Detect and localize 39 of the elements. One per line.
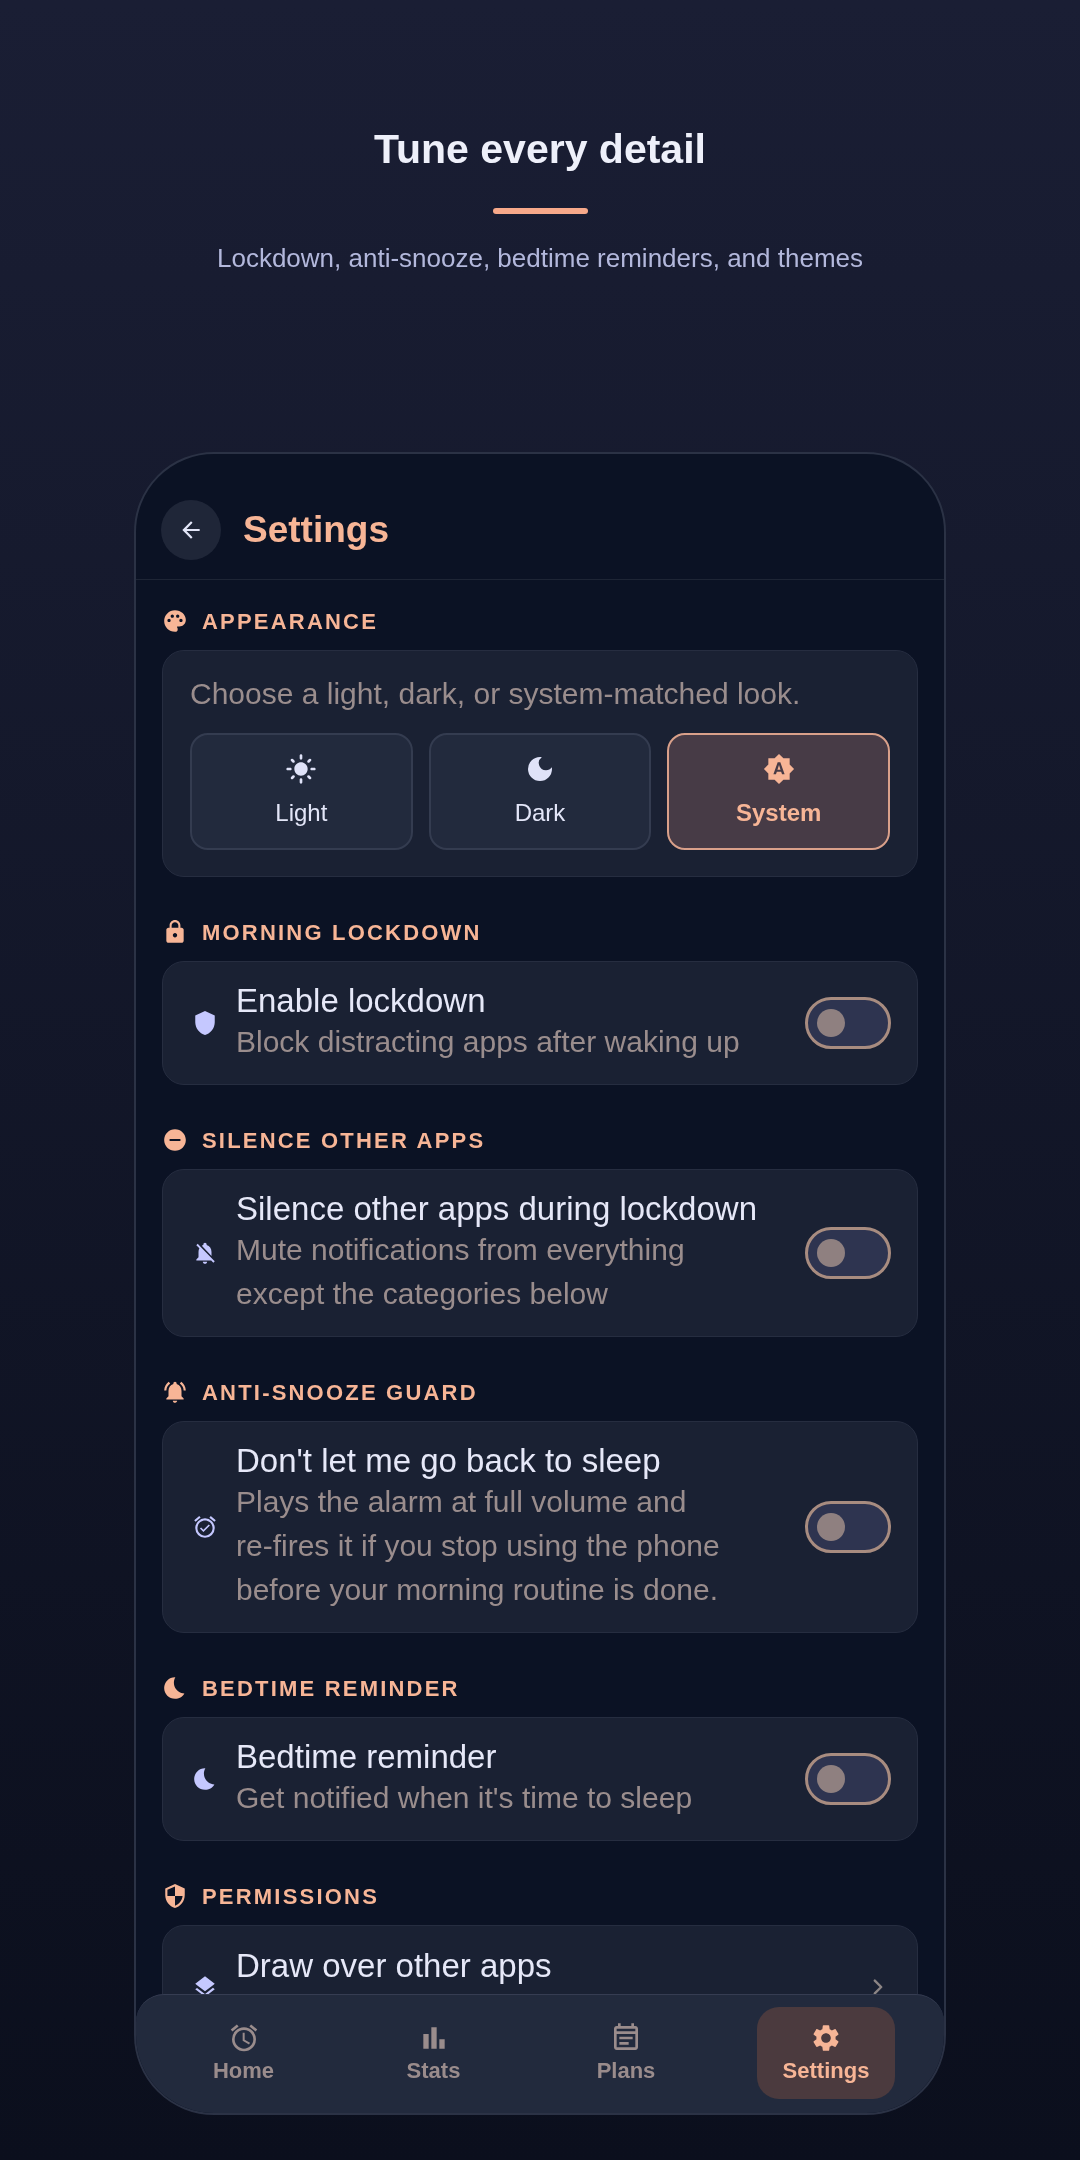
nav-tab[interactable]: Home [174, 2007, 313, 2099]
toggle-switch[interactable] [805, 997, 891, 1049]
setting-description: Block distracting apps after waking up [236, 1024, 741, 1060]
section-heading: APPEARANCE [202, 607, 379, 636]
section-heading: MORNING LOCKDOWN [202, 918, 482, 947]
toggle-switch[interactable] [805, 1501, 891, 1553]
appearance-description: Choose a light, dark, or system-matched look. [190, 676, 802, 712]
section-heading: SILENCE OTHER APPS [202, 1126, 486, 1155]
alarm-check-icon [192, 1514, 218, 1540]
setting-title: Enable lockdown [236, 982, 487, 1020]
sun-icon [285, 752, 318, 785]
theme-option[interactable]: Dark [428, 733, 652, 850]
setting-title: Silence other apps during lockdown [236, 1190, 758, 1228]
theme-option[interactable]: Light [190, 733, 413, 850]
section-heading: ANTI-SNOOZE GUARD [202, 1378, 478, 1407]
setting-card[interactable]: Draw over other apps [162, 1925, 918, 1994]
section-heading: BEDTIME REMINDER [202, 1674, 460, 1703]
shield-icon [192, 1010, 218, 1036]
hero-subtitle: Lockdown, anti-snooze, bedtime reminders, and themes [217, 242, 863, 274]
shield-icon [162, 1883, 188, 1909]
hero-title: Tune every detail [374, 125, 706, 174]
theme-option[interactable]: System [667, 733, 890, 850]
setting-title: Don't let me go back to sleep [236, 1442, 662, 1480]
nav-tab[interactable]: Settings [757, 2007, 895, 2099]
palette-icon [162, 608, 188, 634]
setting-description: Get notified when it's time to sleep [236, 1780, 694, 1816]
chevron-right-icon [873, 1979, 883, 1994]
ringing-bell-icon [162, 1379, 188, 1405]
setting-title: Draw over other apps [236, 1947, 552, 1985]
screen-title: Settings [243, 508, 389, 552]
toggle-switch[interactable] [805, 1753, 891, 1805]
section-heading: PERMISSIONS [202, 1882, 379, 1911]
setting-title: Bedtime reminder [236, 1738, 498, 1776]
setting-description: Plays the alarm at full volume and re-fires it if you stop using the phone before your morning routine is done. [236, 1484, 721, 1608]
letter-a-badge-icon [762, 752, 795, 785]
nav-tab[interactable]: Stats [364, 2007, 503, 2099]
nav-tab[interactable]: Plans [557, 2007, 695, 2099]
toggle-switch[interactable] [805, 1227, 891, 1279]
setting-description: Mute notifications from everything except the categories below [236, 1232, 686, 1312]
